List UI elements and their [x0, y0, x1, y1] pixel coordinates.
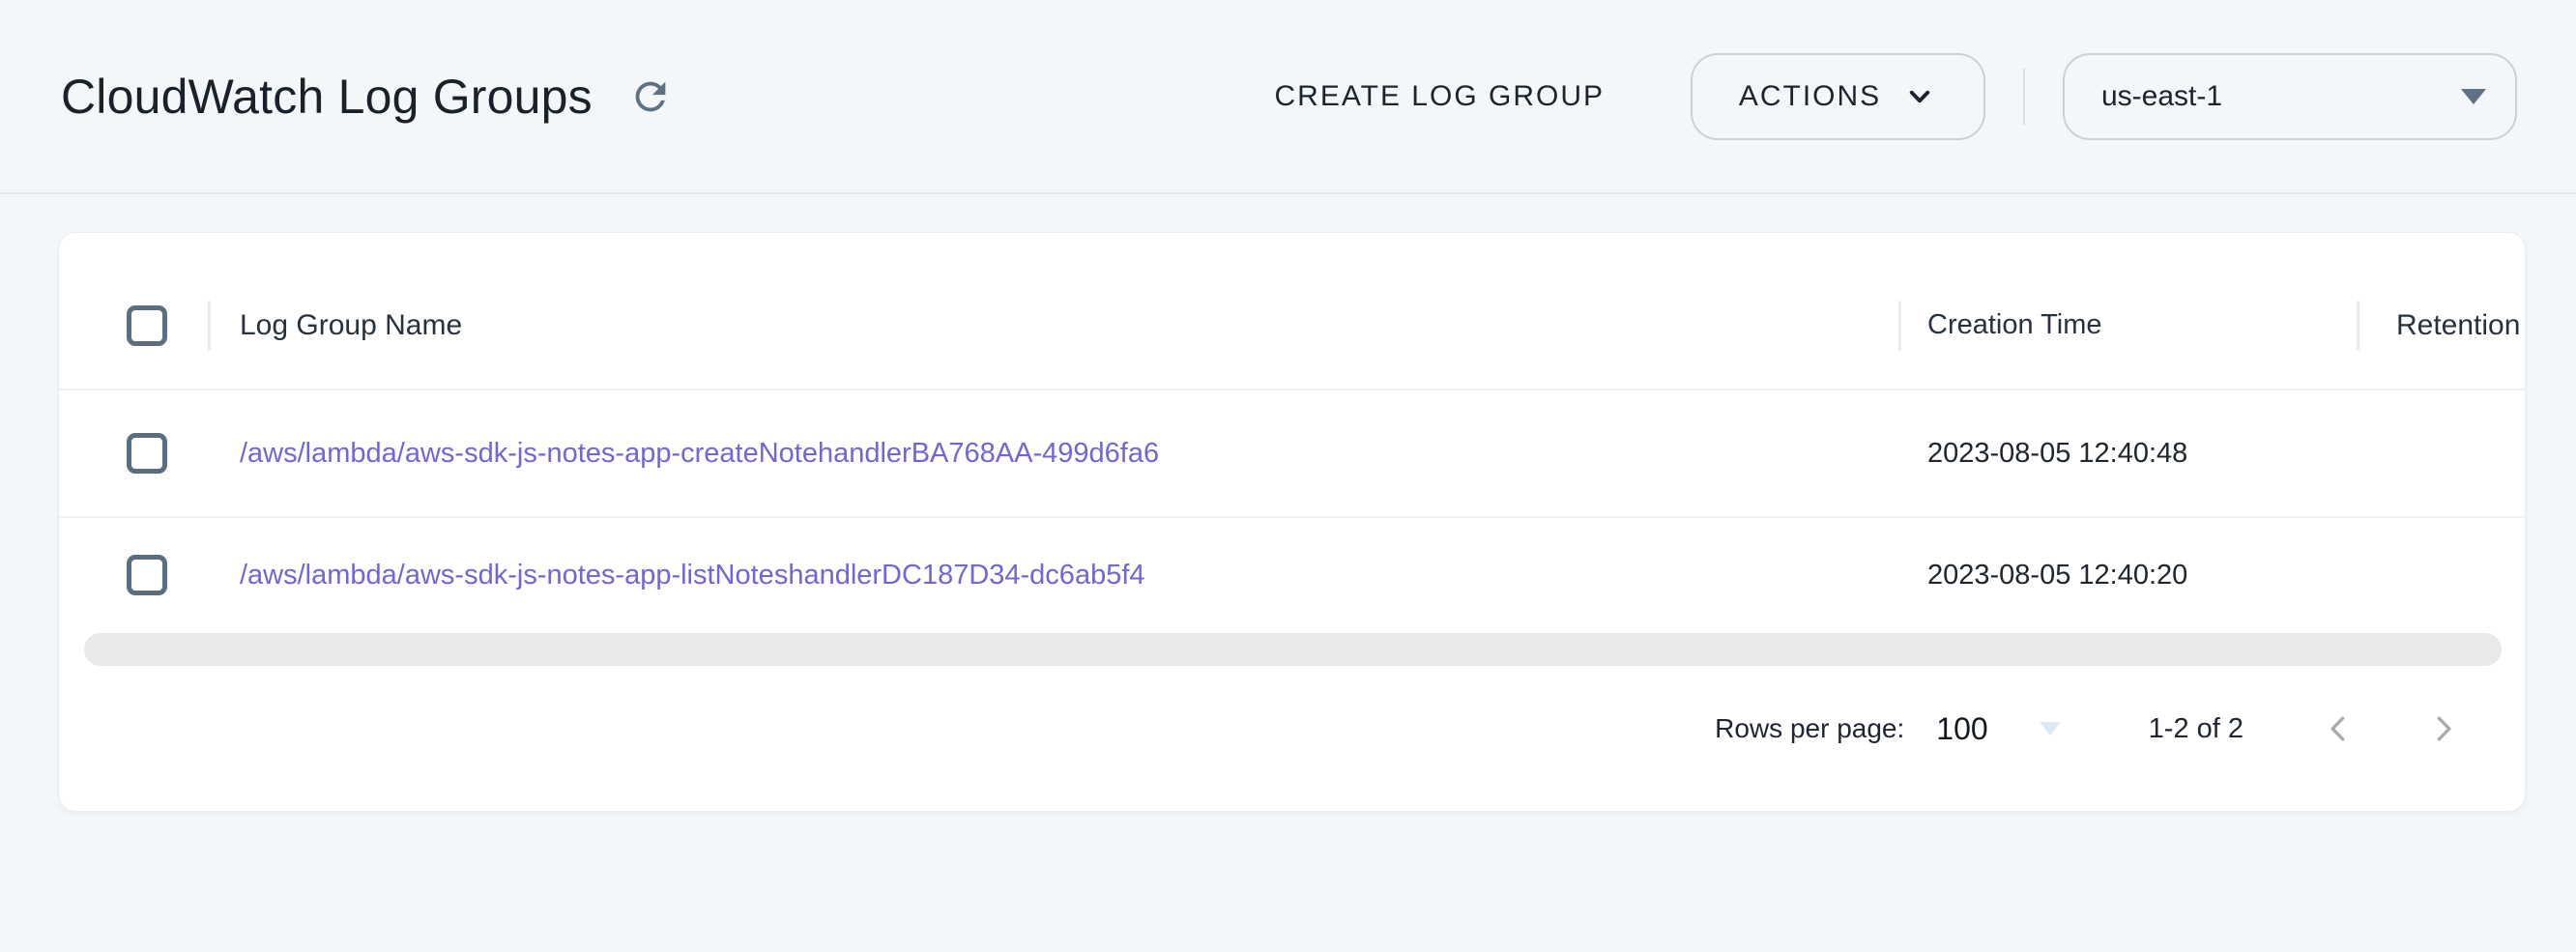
rows-per-page-select[interactable]: 100: [1936, 711, 1987, 747]
refresh-button[interactable]: [622, 68, 680, 126]
previous-page-button[interactable]: [2319, 706, 2358, 752]
log-group-link[interactable]: /aws/lambda/aws-sdk-js-notes-app-listNot…: [240, 560, 1145, 591]
column-header-creation-time[interactable]: Creation Time: [1901, 309, 2357, 341]
column-spacer: [2357, 550, 2359, 600]
table-header-row: Log Group Name Creation Time Retention: [59, 262, 2525, 390]
horizontal-scrollbar[interactable]: [84, 633, 2502, 666]
row-checkbox[interactable]: [127, 555, 167, 595]
dropdown-arrow-icon: [2461, 89, 2486, 104]
rows-per-page-label: Rows per page:: [1715, 713, 1904, 744]
select-all-cell: [86, 305, 208, 346]
row-select-cell: [86, 433, 208, 474]
row-checkbox[interactable]: [127, 433, 167, 474]
chevron-right-icon: [2424, 709, 2463, 748]
table-row: /aws/lambda/aws-sdk-js-notes-app-listNot…: [59, 518, 2525, 632]
table-row: /aws/lambda/aws-sdk-js-notes-app-createN…: [59, 390, 2525, 518]
header-divider: [2023, 69, 2025, 125]
log-group-name-cell: /aws/lambda/aws-sdk-js-notes-app-createN…: [211, 437, 1898, 470]
actions-button-label: ACTIONS: [1739, 80, 1881, 113]
actions-button[interactable]: ACTIONS: [1691, 53, 1985, 140]
creation-time-cell: 2023-08-05 12:40:20: [1901, 560, 2357, 591]
create-log-group-button[interactable]: CREATE LOG GROUP: [1252, 63, 1629, 130]
page-title: CloudWatch Log Groups: [61, 69, 593, 125]
row-select-cell: [86, 555, 208, 595]
column-header-log-group-name[interactable]: Log Group Name: [211, 309, 1898, 342]
region-selector[interactable]: us-east-1: [2063, 53, 2517, 140]
next-page-button[interactable]: [2424, 706, 2463, 752]
chevron-left-icon: [2319, 709, 2358, 748]
select-all-checkbox[interactable]: [127, 305, 167, 346]
region-selector-value: us-east-1: [2101, 80, 2461, 113]
refresh-icon: [628, 74, 673, 119]
log-groups-card: Log Group Name Creation Time Retention /…: [58, 232, 2526, 812]
page-header: CloudWatch Log Groups CREATE LOG GROUP A…: [0, 0, 2576, 194]
log-group-name-cell: /aws/lambda/aws-sdk-js-notes-app-listNot…: [211, 559, 1898, 591]
column-header-retention[interactable]: Retention: [2359, 309, 2526, 342]
creation-time-cell: 2023-08-05 12:40:48: [1901, 438, 2357, 470]
column-spacer: [2357, 428, 2359, 478]
cloudwatch-log-groups-page: CloudWatch Log Groups CREATE LOG GROUP A…: [0, 0, 2576, 952]
pagination-bar: Rows per page: 100 1-2 of 2: [59, 666, 2525, 812]
chevron-down-icon: [1902, 79, 1937, 114]
dropdown-arrow-icon[interactable]: [2040, 722, 2061, 736]
pagination-range-label: 1-2 of 2: [2149, 713, 2243, 745]
log-group-link[interactable]: /aws/lambda/aws-sdk-js-notes-app-createN…: [240, 438, 1159, 469]
